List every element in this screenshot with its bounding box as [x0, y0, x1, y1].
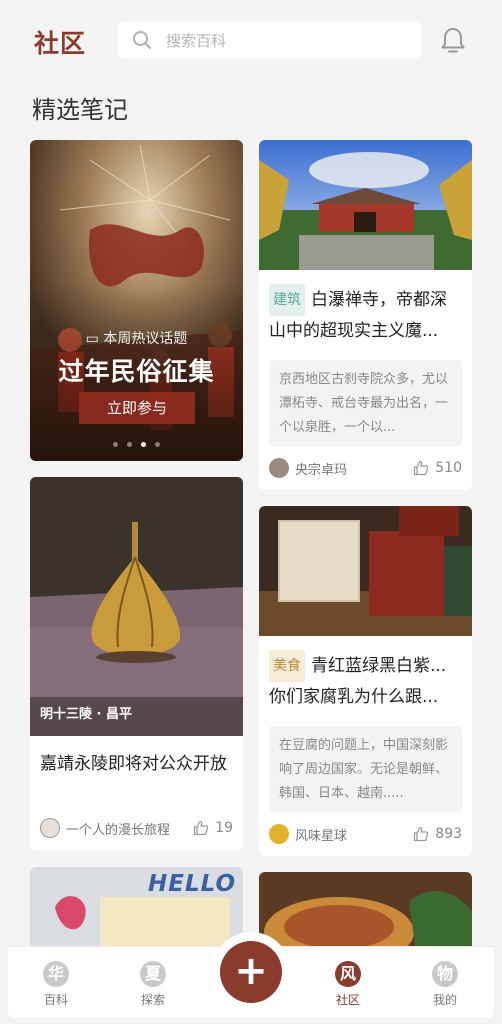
- image-location-caption: 明十三陵 · 昌平: [40, 707, 132, 722]
- thumbs-up-icon: [414, 460, 429, 476]
- top-bar: 社区 搜索百科: [8, 6, 494, 76]
- card-meta: 央宗卓玛 510: [269, 457, 462, 479]
- search-bar[interactable]: 搜索百科: [118, 21, 421, 59]
- thumbs-up-icon: [414, 826, 429, 842]
- like-button[interactable]: 19: [193, 820, 233, 836]
- note-card-architecture[interactable]: 建筑 白瀑禅寺，帝都深 山中的超现实主义魔... 京西地区古刹寺院众多，尤以潭柘寺…: [259, 140, 472, 490]
- page-title: 社区: [34, 29, 87, 58]
- card-title: 嘉靖永陵即将对公众开放: [40, 754, 227, 774]
- card-title: 美食 青红蓝绿黑白紫... 你们家腐乳为什么跟...: [269, 650, 462, 712]
- carousel-dot[interactable]: [113, 442, 118, 447]
- topic-banner[interactable]: ▭ 本周热议话题 过年民俗征集 立即参与: [30, 140, 243, 461]
- note-card-food[interactable]: 美食 青红蓝绿黑白紫... 你们家腐乳为什么跟... 在豆腐的问题上，中国深刻影响…: [259, 506, 472, 856]
- banner-title: 过年民俗征集: [58, 357, 215, 386]
- card-excerpt: 在豆腐的问题上，中国深刻影响了周边国家。无论是朝鲜、韩国、日本、越南.....: [269, 726, 462, 812]
- encyclopedia-icon: 华: [43, 961, 69, 987]
- banner-subtitle: ▭ 本周热议话题: [85, 331, 188, 347]
- golden-artifact-image: [30, 477, 243, 736]
- tab-encyclopedia[interactable]: 华 百科: [26, 961, 86, 1008]
- carousel-dot[interactable]: [155, 442, 160, 447]
- image-sign-text: HELLO: [148, 871, 237, 897]
- search-icon: [133, 31, 151, 49]
- avatar[interactable]: [40, 818, 60, 838]
- chat-bubble-icon: ▭: [85, 331, 104, 347]
- community-icon: 风: [335, 961, 361, 987]
- create-post-button[interactable]: +: [220, 941, 282, 1003]
- category-tag: 美食: [269, 650, 305, 682]
- author-name[interactable]: 一个人的漫长旅程: [66, 819, 193, 838]
- card-meta: 风味星球 893: [269, 823, 462, 845]
- like-count: 19: [215, 820, 233, 836]
- carousel-dots[interactable]: [30, 442, 243, 447]
- card-title: 建筑 白瀑禅寺，帝都深 山中的超现实主义魔...: [269, 284, 462, 346]
- carousel-dot[interactable]: [127, 442, 132, 447]
- tab-profile[interactable]: 物 我的: [415, 961, 475, 1008]
- search-input[interactable]: 搜索百科: [166, 30, 226, 51]
- card-excerpt: 京西地区古刹寺院众多，尤以潭柘寺、戒台寺最为出名，一个以泉胜，一个以...: [269, 360, 462, 446]
- avatar[interactable]: [269, 824, 289, 844]
- temple-image: [259, 140, 472, 270]
- like-count: 510: [435, 460, 462, 476]
- author-name[interactable]: 风味星球: [295, 825, 413, 844]
- tab-explore[interactable]: 夏 探索: [123, 961, 183, 1008]
- card-meta: 一个人的漫长旅程 19: [40, 817, 233, 839]
- join-now-button[interactable]: 立即参与: [79, 392, 195, 424]
- thumbs-up-icon: [194, 820, 209, 836]
- carousel-dot-active[interactable]: [141, 442, 146, 447]
- author-name[interactable]: 央宗卓玛: [295, 459, 413, 478]
- like-button[interactable]: 510: [413, 460, 462, 476]
- app-screen: 社区 搜索百科 精选笔记 ▭ 本周热议话题 过年民俗征集 立即参与 建筑 白瀑禅…: [8, 6, 494, 1018]
- section-title: 精选笔记: [32, 96, 128, 124]
- explore-icon: 夏: [140, 961, 166, 987]
- like-button[interactable]: 893: [413, 826, 462, 842]
- profile-icon: 物: [432, 961, 458, 987]
- notification-bell-icon[interactable]: [440, 26, 466, 54]
- tab-community[interactable]: 风 社区: [318, 961, 378, 1008]
- avatar[interactable]: [269, 458, 289, 478]
- like-count: 893: [435, 826, 462, 842]
- fermented-tofu-image: [259, 506, 472, 636]
- note-card-mausoleum[interactable]: 明十三陵 · 昌平 嘉靖永陵即将对公众开放 一个人的漫长旅程 19: [30, 477, 243, 851]
- category-tag: 建筑: [269, 284, 305, 316]
